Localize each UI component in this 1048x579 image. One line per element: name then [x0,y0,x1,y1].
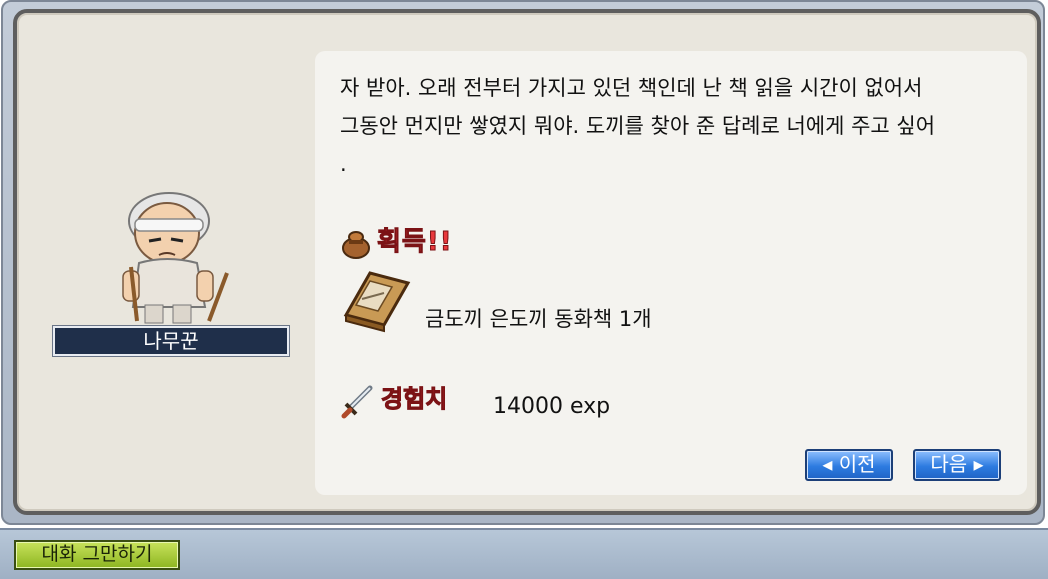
dialog-text-panel: 자 받아. 오래 전부터 가지고 있던 책인데 난 책 읽을 시간이 없어서 그… [315,51,1027,495]
next-button[interactable]: 다음 ▸ [913,449,1001,481]
reward-item-name: 금도끼 은도끼 동화책 1개 [425,307,652,331]
dialog-message: 자 받아. 오래 전부터 가지고 있던 책인데 난 책 읽을 시간이 없어서 그… [340,76,936,176]
npc-name-plate: 나무꾼 [52,325,290,357]
bottom-bar: 대화 그만하기 [0,528,1048,579]
dialog-frame: 나무꾼 자 받아. 오래 전부터 가지고 있던 책인데 난 책 읽을 시간이 없… [13,9,1041,515]
npc-portrait [122,192,229,324]
end-chat-button[interactable]: 대화 그만하기 [14,540,180,570]
exp-label: 경험치 [380,385,448,414]
prev-button[interactable]: ◂ 이전 [805,449,893,481]
book-icon [343,271,411,333]
bag-icon [342,231,370,259]
exp-value: 14000 exp [493,394,611,419]
sword-icon [341,385,373,419]
reward-label: 획득!! [377,227,453,258]
dialog-window: 나무꾼 자 받아. 오래 전부터 가지고 있던 책인데 난 책 읽을 시간이 없… [1,0,1045,525]
